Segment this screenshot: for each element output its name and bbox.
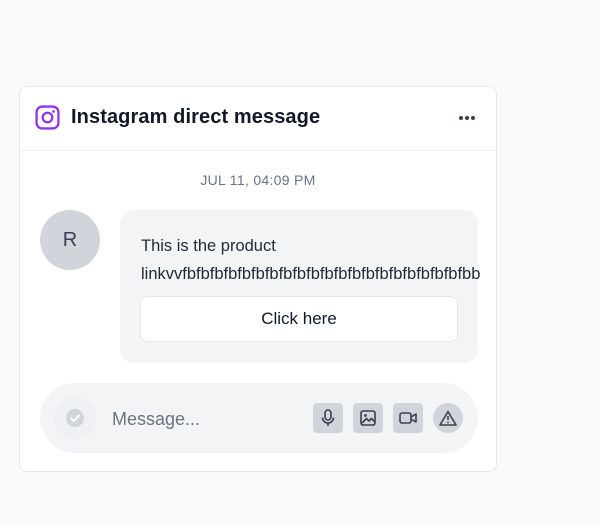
message-timestamp: JUL 11, 04:09 PM bbox=[200, 172, 316, 188]
image-icon bbox=[360, 410, 376, 426]
message-line-2: linkvvfbfbfbfbfbfbfbfbfbfbfbfbfbfbfbfbfb… bbox=[141, 265, 481, 283]
card-title: Instagram direct message bbox=[71, 106, 321, 128]
video-button[interactable] bbox=[393, 403, 423, 433]
alert-triangle-icon bbox=[439, 410, 457, 426]
alert-button[interactable] bbox=[433, 403, 463, 433]
image-button[interactable] bbox=[353, 403, 383, 433]
message-bubble: This is the product linkvvfbfbfbfbfbfbfb… bbox=[120, 210, 480, 363]
card-header: Instagram direct message bbox=[20, 87, 496, 151]
check-circle-icon bbox=[66, 409, 84, 427]
message-text: This is the product linkvvfbfbfbfbfbfbfb… bbox=[141, 232, 561, 288]
message-composer bbox=[40, 383, 478, 453]
more-options-button[interactable] bbox=[454, 106, 480, 130]
more-horizontal-icon bbox=[459, 116, 475, 120]
instagram-dm-card: Instagram direct message JUL 11, 04:09 P… bbox=[19, 86, 497, 472]
message-input[interactable] bbox=[110, 404, 304, 434]
check-button[interactable] bbox=[54, 397, 96, 439]
avatar-initial: R bbox=[62, 228, 78, 251]
video-icon bbox=[399, 412, 417, 424]
avatar: R bbox=[40, 210, 100, 270]
microphone-icon bbox=[321, 409, 335, 426]
microphone-button[interactable] bbox=[313, 403, 343, 433]
message-line-1: This is the product bbox=[141, 237, 276, 255]
instagram-icon bbox=[35, 105, 60, 130]
click-here-button[interactable]: Click here bbox=[140, 296, 458, 342]
